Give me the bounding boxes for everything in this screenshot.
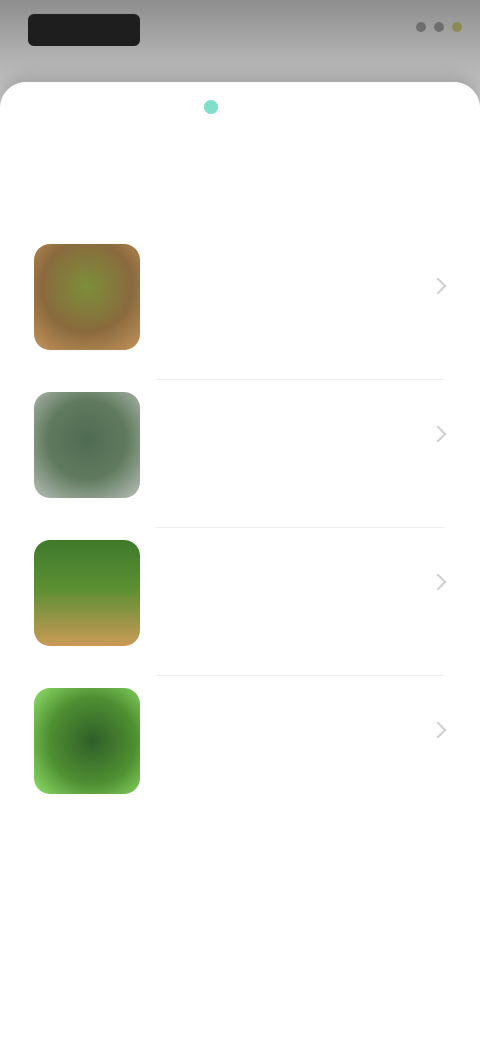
plant-list — [0, 232, 480, 824]
wifi-icon — [434, 22, 444, 32]
plant-thumbnail — [34, 540, 140, 646]
list-item[interactable] — [0, 676, 480, 824]
list-item[interactable] — [0, 232, 480, 380]
drag-handle[interactable] — [204, 100, 218, 114]
chevron-right-icon — [429, 721, 447, 739]
chevron-right-icon — [429, 425, 447, 443]
battery-icon — [452, 22, 462, 32]
chevron-right-icon — [429, 277, 447, 295]
status-bar — [0, 0, 480, 60]
list-item[interactable] — [0, 528, 480, 676]
chevron-right-icon — [429, 573, 447, 591]
plant-thumbnail — [34, 244, 140, 350]
app-logo — [28, 14, 140, 46]
bottom-sheet — [0, 82, 480, 1040]
plant-thumbnail — [34, 688, 140, 794]
signal-icon — [416, 22, 426, 32]
plant-thumbnail — [34, 392, 140, 498]
status-icons — [416, 22, 462, 32]
list-item[interactable] — [0, 380, 480, 528]
